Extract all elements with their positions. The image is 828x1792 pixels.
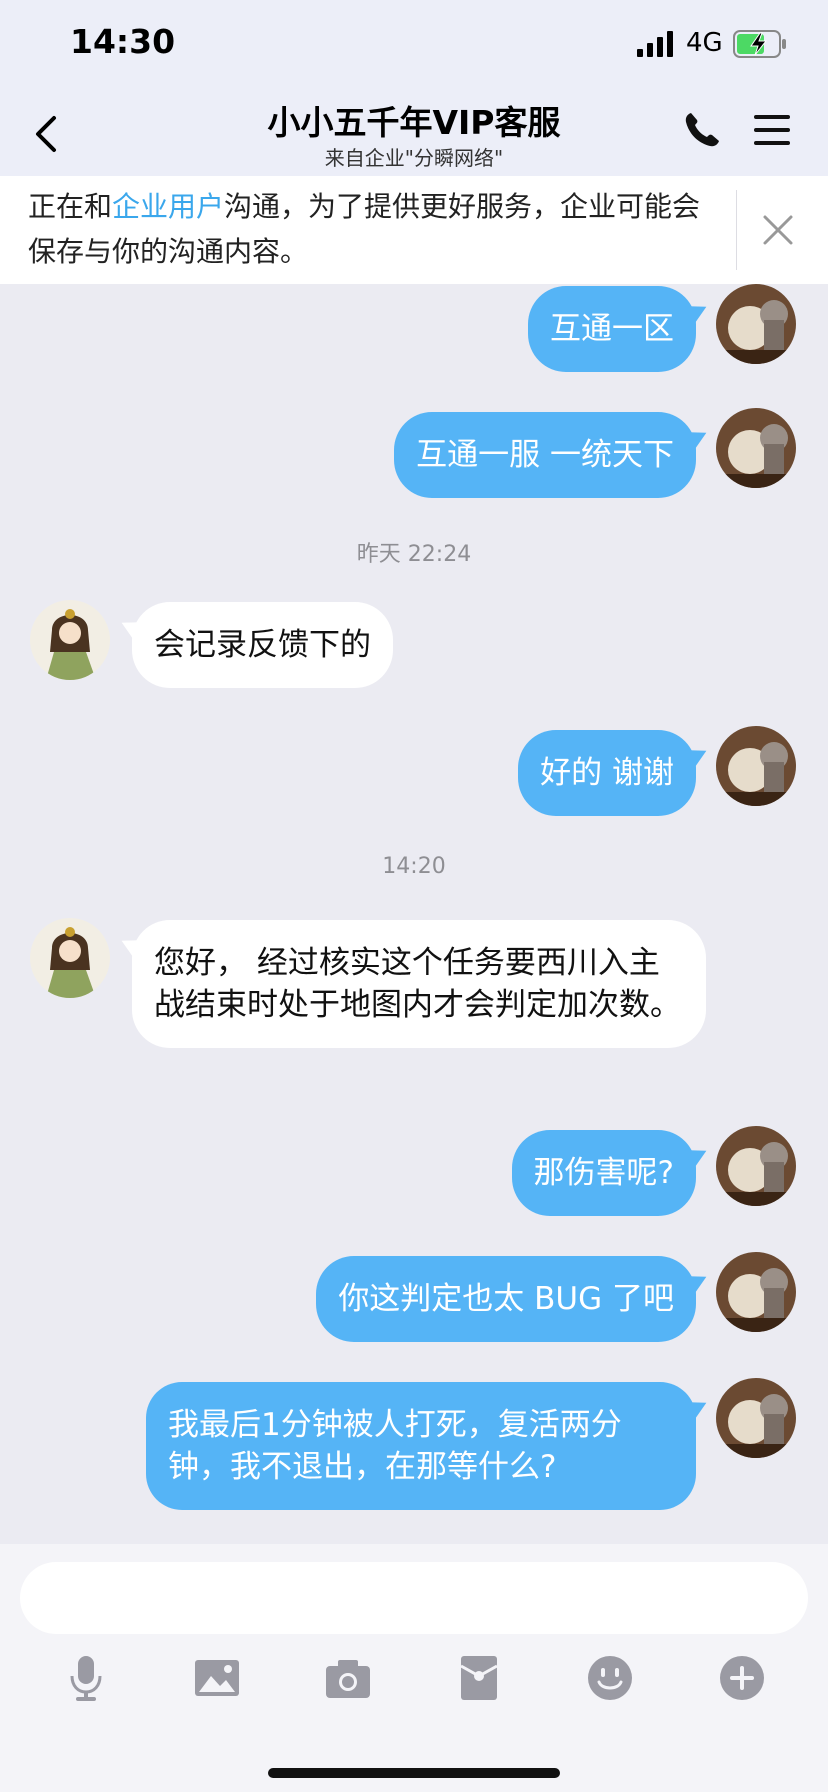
microphone-icon[interactable] [62,1654,110,1702]
notice-divider [736,190,737,270]
status-time: 14:30 [70,22,176,61]
avatar[interactable] [716,726,796,806]
close-icon[interactable] [762,214,794,246]
menu-icon[interactable] [752,112,792,148]
avatar[interactable] [716,1126,796,1206]
timestamp: 14:20 [382,854,446,879]
message-bubble-incoming[interactable]: 会记录反馈下的 [132,602,393,688]
notice-prefix: 正在和 [28,190,113,223]
camera-icon[interactable] [324,1654,372,1702]
enterprise-user-link[interactable]: 企业用户 [112,190,224,223]
message-bubble-outgoing[interactable]: 互通一服 一统天下 [394,412,696,498]
message-bubble-outgoing[interactable]: 我最后1分钟被人打死，复活两分钟，我不退出，在那等什么? [146,1382,696,1510]
input-bar [0,1544,828,1792]
signal-icon [637,31,673,57]
emoji-icon[interactable] [586,1654,634,1702]
avatar[interactable] [716,408,796,488]
avatar[interactable] [716,284,796,364]
message-bubble-outgoing[interactable]: 你这判定也太 BUG 了吧 [316,1256,696,1342]
avatar[interactable] [716,1378,796,1458]
notice-text: 正在和企业用户沟通，为了提供更好服务，企业可能会保存与你的沟通内容。 [28,184,718,274]
message-bubble-outgoing[interactable]: 互通一区 [528,286,696,372]
battery-icon [733,30,786,58]
message-bubble-outgoing[interactable]: 好的 谢谢 [518,730,696,816]
avatar[interactable] [30,600,110,680]
nav-bar: 小小五千年VIP客服 来自企业"分瞬网络" [0,92,828,176]
phone-icon[interactable] [682,110,722,150]
home-indicator[interactable] [268,1768,560,1778]
timestamp: 昨天 22:24 [356,542,472,567]
network-type: 4G [686,28,723,58]
status-bar: 14:30 4G [0,0,828,92]
avatar[interactable] [716,1252,796,1332]
plus-icon[interactable] [718,1654,766,1702]
message-bubble-incoming[interactable]: 您好， 经过核实这个任务要西川入主战结束时处于地图内才会判定加次数。 [132,920,706,1048]
avatar[interactable] [30,918,110,998]
red-packet-icon[interactable] [455,1654,503,1702]
message-list: 互通一区 互通一服 一统天下 昨天 22:24 会记录反馈下的 好的 谢谢 14… [0,284,828,1544]
message-input[interactable] [20,1562,808,1634]
message-bubble-outgoing[interactable]: 那伤害呢? [511,1130,696,1216]
privacy-notice: 正在和企业用户沟通，为了提供更好服务，企业可能会保存与你的沟通内容。 [0,176,828,284]
image-icon[interactable] [193,1654,241,1702]
